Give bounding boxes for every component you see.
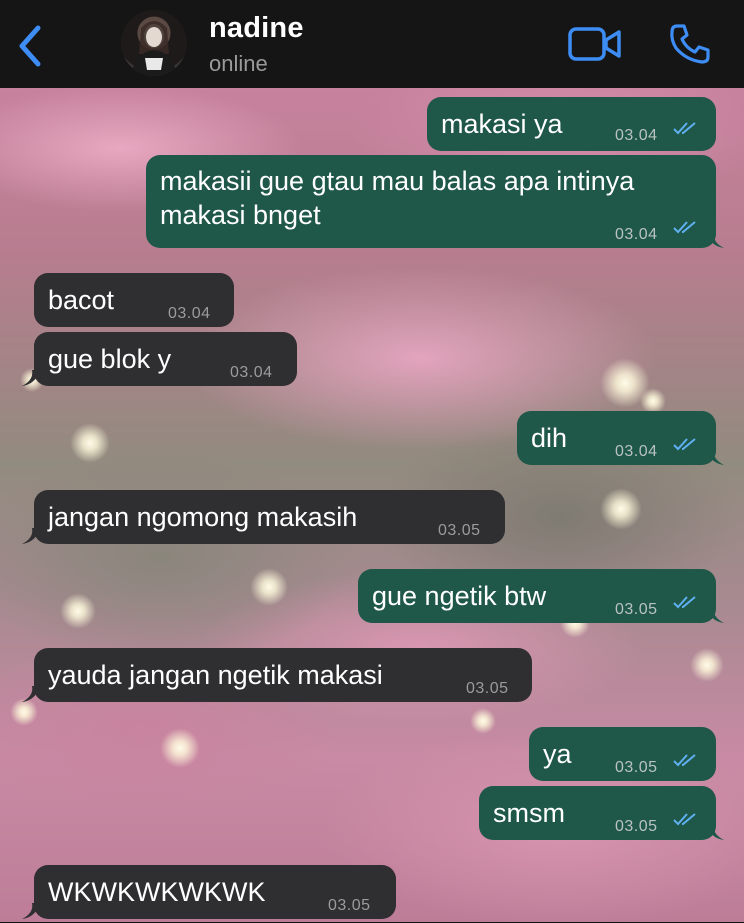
read-ticks-icon bbox=[673, 596, 696, 609]
message-bubble-incoming[interactable]: gue blok y 03.04 bbox=[22, 332, 297, 386]
message-time: 03.05 bbox=[328, 897, 371, 914]
read-ticks-icon bbox=[673, 813, 696, 826]
bubble-tail bbox=[706, 449, 724, 465]
message-bubble-outgoing[interactable]: gue ngetik btw 03.05 bbox=[358, 569, 724, 623]
contact-status: online bbox=[209, 51, 268, 76]
message-time: 03.05 bbox=[615, 601, 658, 618]
message-bubble-outgoing[interactable]: makasi ya 03.04 bbox=[427, 97, 716, 151]
message-time: 03.05 bbox=[615, 818, 658, 835]
read-ticks-icon bbox=[673, 754, 696, 767]
message-time: 03.04 bbox=[168, 305, 211, 322]
message-bubble-outgoing[interactable]: smsm 03.05 bbox=[479, 786, 724, 840]
bubble-tail bbox=[706, 824, 724, 840]
message-bubble-outgoing[interactable]: ya 03.05 bbox=[529, 727, 716, 781]
message-bubble-outgoing[interactable]: dih 03.04 bbox=[517, 411, 724, 465]
bubble-tail bbox=[22, 370, 40, 386]
back-button[interactable] bbox=[14, 24, 48, 68]
message-text: makasii gue gtau mau balas apa intinya m… bbox=[160, 166, 635, 230]
message-text: yauda jangan ngetik makasi bbox=[48, 660, 383, 690]
bubble-tail bbox=[706, 607, 724, 623]
message-time: 03.05 bbox=[438, 522, 481, 539]
message-time: 03.04 bbox=[230, 364, 273, 381]
read-ticks-icon bbox=[673, 122, 696, 135]
video-call-button[interactable] bbox=[568, 25, 622, 68]
message-time: 03.04 bbox=[615, 443, 658, 460]
read-ticks-icon bbox=[673, 221, 696, 234]
message-bubble-incoming[interactable]: WKWKWKWKWK 03.05 bbox=[22, 865, 396, 919]
voice-call-button[interactable] bbox=[668, 22, 712, 71]
bubble-tail bbox=[22, 528, 40, 544]
message-text: WKWKWKWKWK bbox=[48, 877, 266, 907]
message-text: dih bbox=[531, 423, 568, 453]
bubble-tail bbox=[22, 686, 40, 702]
message-time: 03.05 bbox=[466, 680, 509, 697]
chat-header: nadine online bbox=[0, 0, 744, 88]
video-camera-icon bbox=[568, 27, 621, 61]
phone-icon bbox=[670, 24, 710, 64]
contact-avatar[interactable] bbox=[121, 10, 187, 76]
bubble-tail bbox=[706, 232, 724, 248]
contact-name[interactable]: nadine bbox=[209, 12, 304, 45]
message-bubble-incoming[interactable]: jangan ngomong makasih 03.05 bbox=[22, 490, 505, 544]
message-text: ya bbox=[543, 739, 572, 769]
chevron-left-icon bbox=[19, 25, 41, 67]
message-text: gue blok y bbox=[48, 344, 172, 374]
message-text: bacot bbox=[48, 285, 115, 315]
read-ticks-icon bbox=[673, 438, 696, 451]
bubble-tail bbox=[22, 903, 40, 919]
message-time: 03.04 bbox=[615, 127, 658, 144]
message-bubble-outgoing[interactable]: makasii gue gtau mau balas apa intinya m… bbox=[146, 155, 724, 248]
message-bubble-incoming[interactable]: yauda jangan ngetik makasi 03.05 bbox=[22, 648, 532, 702]
message-bubble-incoming[interactable]: bacot 03.04 bbox=[34, 273, 234, 327]
message-text: smsm bbox=[493, 798, 565, 828]
message-text: makasi ya bbox=[441, 109, 563, 139]
message-text: gue ngetik btw bbox=[372, 581, 547, 611]
message-time: 03.04 bbox=[615, 226, 658, 243]
message-time: 03.05 bbox=[615, 759, 658, 776]
message-text: jangan ngomong makasih bbox=[48, 502, 358, 532]
